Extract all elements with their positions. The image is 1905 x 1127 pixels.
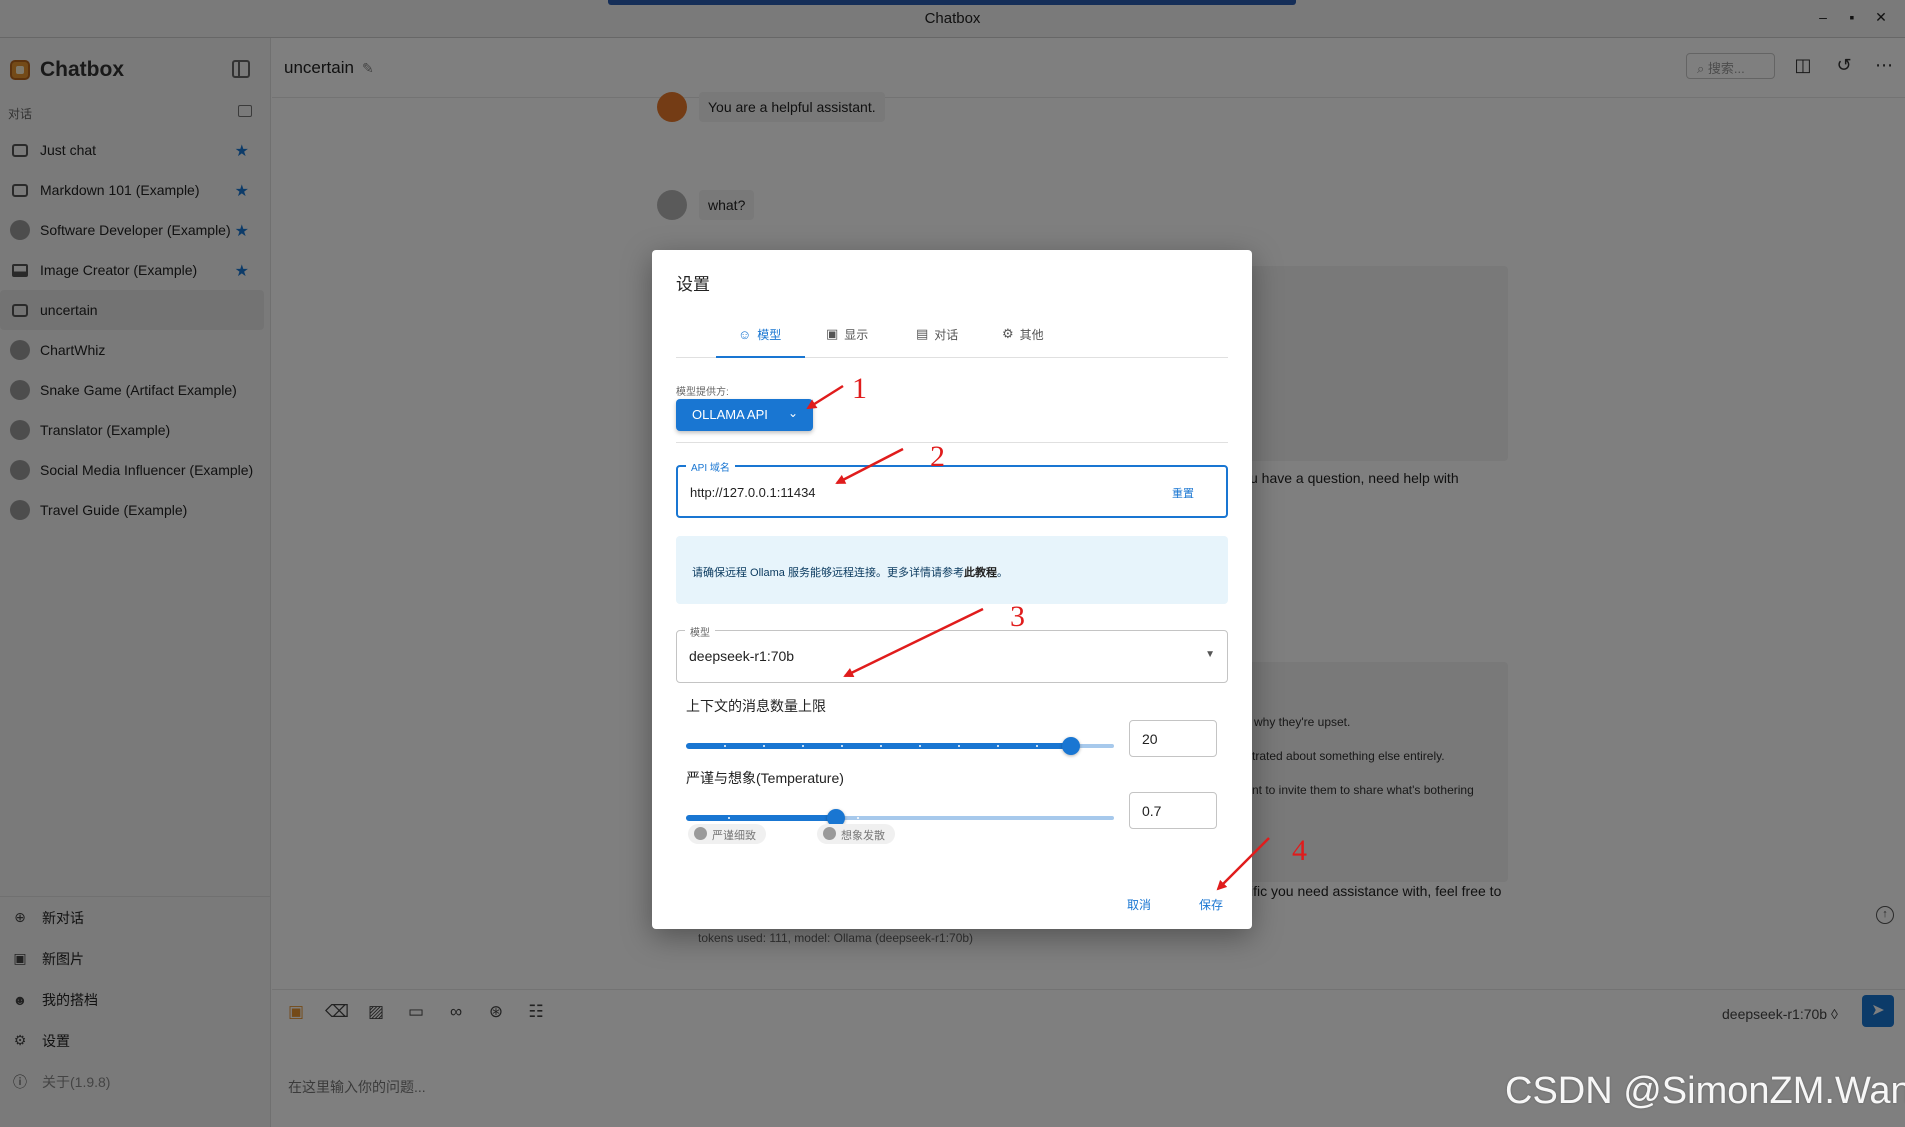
divider [676,442,1228,443]
chip-label: 严谨细致 [712,830,756,842]
chip-label: 想象发散 [841,830,885,842]
save-button[interactable]: 保存 [1199,896,1223,913]
creative-chip: 想象发散 [817,824,895,844]
api-host-field[interactable]: API 域名 http://127.0.0.1:11434 重置 [676,459,1228,518]
tab-label: 对话 [934,327,959,342]
context-limit-input[interactable]: 20 [1129,720,1217,757]
temperature-input[interactable]: 0.7 [1129,792,1217,829]
slider-track [686,815,836,821]
tab-model[interactable]: ☺ 模型 [738,310,781,358]
chevron-down-icon: ⌄ [788,406,799,420]
caret-down-icon: ▼ [1205,649,1215,660]
slider-mark [724,745,726,747]
dialog-title: 设置 [676,275,710,294]
context-limit-label: 上下文的消息数量上限 [686,698,826,714]
api-host-input[interactable]: http://127.0.0.1:11434 [690,485,816,500]
annotation-number: 3 [1010,600,1025,633]
api-host-label: API 域名 [686,459,735,474]
annotation-number: 4 [1292,834,1307,867]
info-end: 。 [996,567,1008,579]
slider-mark [1036,745,1038,747]
tutorial-link[interactable]: 此教程 [964,567,997,579]
slider-track [686,743,1071,749]
model-value: deepseek-r1:70b [689,648,795,664]
annotation-number: 2 [930,440,945,473]
settings-tabs: ☺ 模型 ▣ 显示 ▤ 对话 ⚙ 其他 [676,310,1228,358]
provider-value: OLLAMA API [692,407,768,422]
slider-mark [880,745,882,747]
gear-icon: ⚙ [1002,326,1014,341]
creative-icon [823,827,836,840]
slider-mark [958,745,960,747]
context-limit-slider[interactable] [686,735,1114,755]
tab-chat[interactable]: ▤ 对话 [916,310,958,358]
slider-mark [763,745,765,747]
provider-label: 模型提供方: [676,387,729,398]
info-alert: 请确保远程 Ollama 服务能够远程连接。更多详情请参考此教程。 [676,536,1228,604]
model-select[interactable]: 模型 deepseek-r1:70b ▼ [676,624,1228,683]
chat-icon: ▤ [916,326,929,341]
slider-mark [997,745,999,747]
robot-icon: ☺ [738,326,752,342]
slider-mark [728,817,730,819]
display-icon: ▣ [826,326,839,341]
precise-icon [694,827,707,840]
model-label: 模型 [685,624,715,639]
temperature-label: 严谨与想象(Temperature) [686,770,844,786]
info-text: 请确保远程 Ollama 服务能够远程连接。更多详情请参考 [692,567,964,579]
tab-label: 显示 [844,327,869,342]
tab-label: 模型 [757,327,782,342]
tab-display[interactable]: ▣ 显示 [826,310,868,358]
watermark: CSDN @SimonZM.Wang [1505,1070,1905,1112]
tab-other[interactable]: ⚙ 其他 [1002,310,1044,358]
settings-dialog: 设置 ☺ 模型 ▣ 显示 ▤ 对话 ⚙ 其他 模型提供方: OLLAMA API… [652,250,1252,929]
active-tab-indicator [716,356,805,358]
slider-mark [841,745,843,747]
annotation-number: 1 [852,372,867,405]
slider-mark [919,745,921,747]
provider-select-button[interactable]: OLLAMA API ⌄ [676,399,813,431]
cancel-button[interactable]: 取消 [1127,896,1151,913]
precise-chip: 严谨细致 [688,824,766,844]
slider-thumb[interactable] [1062,737,1080,755]
slider-mark [857,817,859,819]
tab-label: 其他 [1019,327,1044,342]
slider-mark [802,745,804,747]
reset-button[interactable]: 重置 [1172,485,1194,501]
